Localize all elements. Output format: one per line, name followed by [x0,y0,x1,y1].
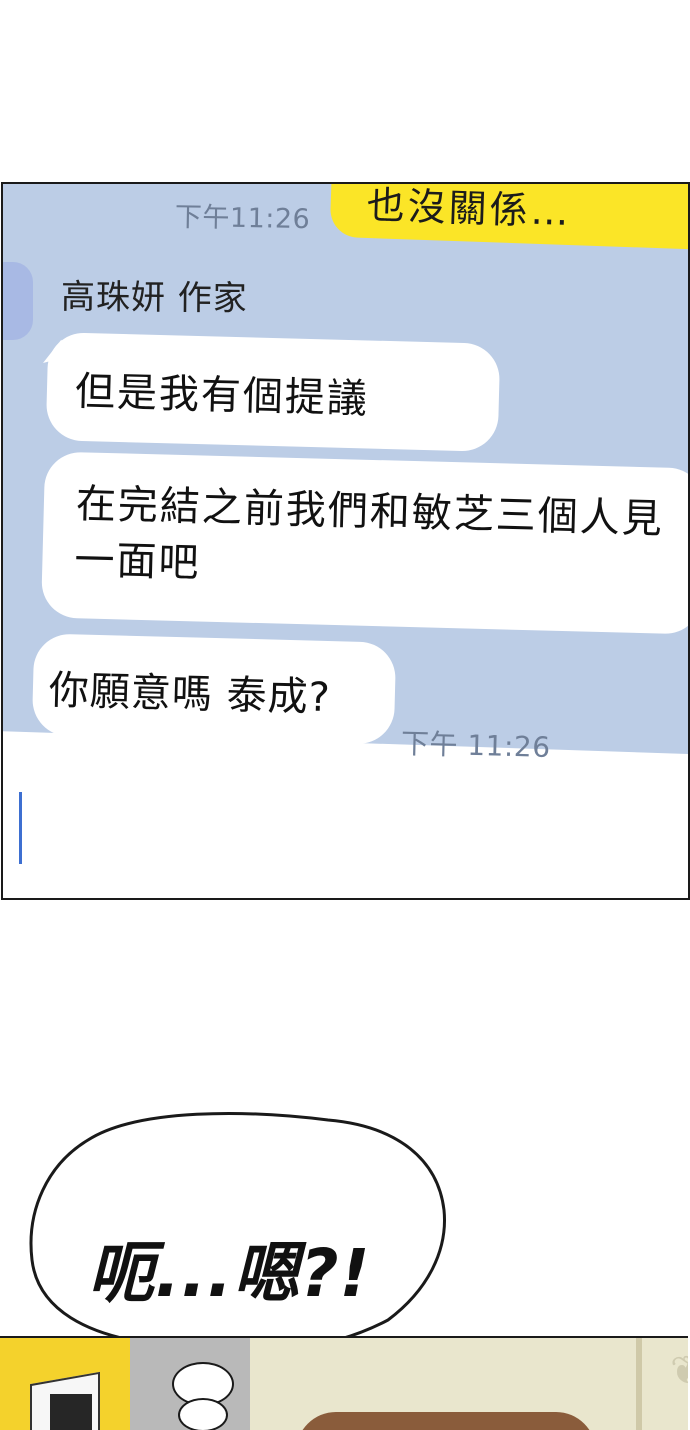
speech-text: 呃...嗯?! [88,1235,371,1312]
timestamp-top: 下午11:26 [174,201,311,236]
outgoing-message-text: 也沒關係… [365,182,573,235]
message-text: 在完結之前我們和敏芝三個人見一面吧 [73,481,665,587]
dark-box [50,1394,92,1430]
incoming-message-bubble: 但是我有個提議 [45,332,501,452]
incoming-message-bubble: 在完結之前我們和敏芝三個人見一面吧 [40,451,688,635]
chat-screen-panel: 也沒關係… 下午11:26 高珠妍 作家 但是我有個提議 在完結之前我們和敏芝三… [1,182,690,900]
wallpaper-pattern-icon: ❦ [670,1348,688,1394]
message-text: 你願意嗎 泰成? [48,667,332,722]
character-hair [296,1412,596,1430]
text-input-cursor[interactable] [19,792,22,864]
speech-balloon: 呃...嗯?! [28,1100,452,1360]
door-frame [636,1338,642,1430]
thought-bubble-dot [178,1398,228,1430]
timestamp-bottom: 下午 11:26 [400,727,551,764]
sender-name: 高珠妍 作家 [60,277,248,319]
scene-panel: ❦ ❧ ❦ [0,1336,688,1430]
incoming-message-bubble: 你願意嗎 泰成? [31,633,397,745]
message-text: 但是我有個提議 [74,368,370,423]
avatar[interactable] [3,262,33,340]
comic-page: 也沒關係… 下午11:26 高珠妍 作家 但是我有個提議 在完結之前我們和敏芝三… [0,0,690,1430]
